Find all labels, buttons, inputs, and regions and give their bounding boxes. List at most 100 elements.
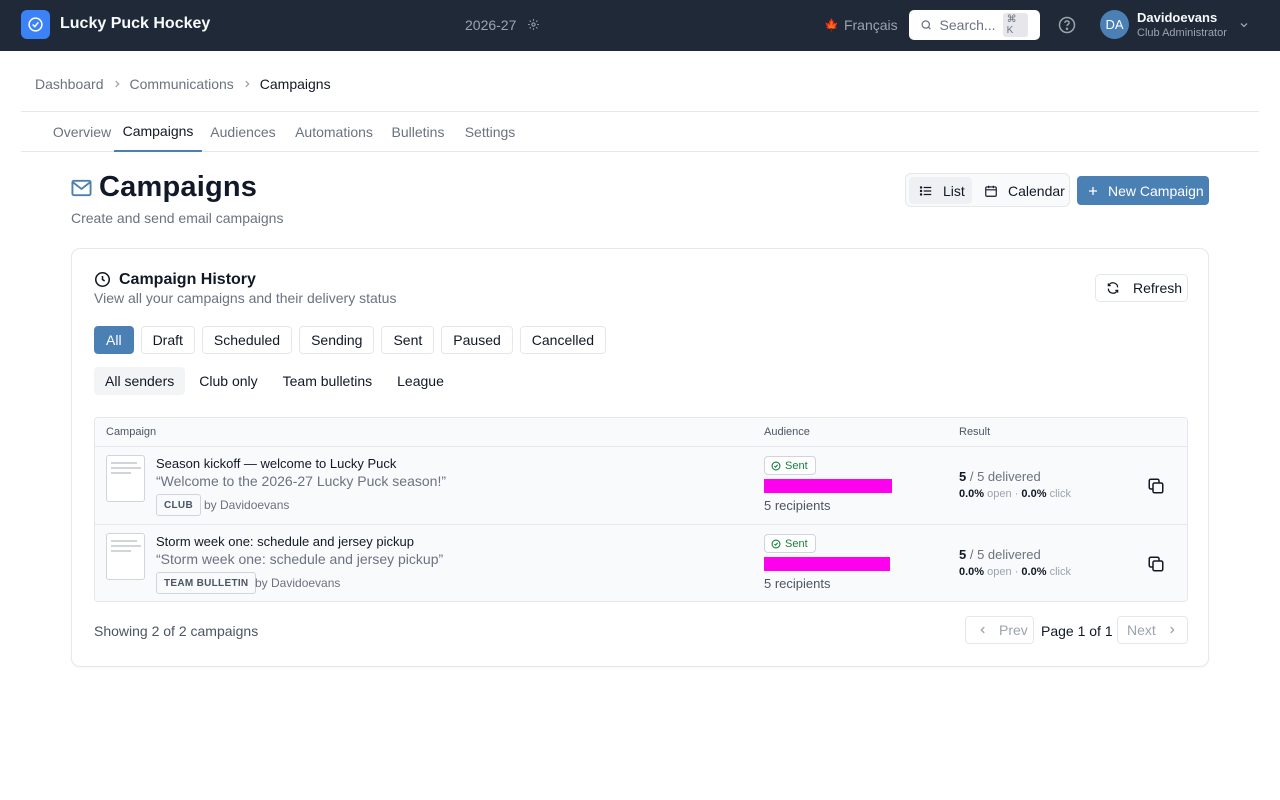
recipients-count: 5 recipients: [764, 576, 831, 591]
filter-paused[interactable]: Paused: [441, 326, 513, 354]
page-indicator: Page 1 of 1: [1041, 623, 1113, 639]
sender-tag: CLUB: [156, 494, 201, 516]
chevron-down-icon[interactable]: [1238, 19, 1250, 31]
filter-all[interactable]: All: [94, 326, 134, 354]
email-preview-thumbnail[interactable]: [106, 455, 145, 502]
tab-audiences[interactable]: Audiences: [202, 112, 284, 152]
tab-bulletins[interactable]: Bulletins: [383, 112, 453, 152]
delivered-total: / 5 delivered: [969, 469, 1041, 484]
table-row[interactable]: Season kickoff — welcome to Lucky Puck “…: [95, 447, 1187, 524]
refresh-button[interactable]: Refresh: [1095, 274, 1188, 302]
calendar-view-button[interactable]: Calendar: [974, 177, 1068, 204]
status-label: Sent: [785, 537, 808, 550]
breadcrumb-communications[interactable]: Communications: [130, 76, 234, 92]
delivered-count: 5: [959, 469, 967, 484]
breadcrumb-dashboard[interactable]: Dashboard: [35, 76, 104, 92]
sender-filters: All senders Club only Team bulletins Lea…: [94, 367, 455, 395]
filter-draft[interactable]: Draft: [140, 326, 195, 354]
breadcrumb-current: Campaigns: [259, 76, 331, 92]
new-campaign-button[interactable]: New Campaign: [1077, 176, 1209, 205]
prev-page-button[interactable]: Prev: [965, 616, 1034, 644]
card-title: Campaign History: [119, 271, 256, 288]
delivered-count: 5: [959, 547, 967, 562]
list-view-label: List: [943, 182, 965, 199]
tab-automations[interactable]: Automations: [286, 112, 382, 152]
user-role: Club Administrator: [1137, 27, 1227, 39]
user-name[interactable]: Davidoevans: [1137, 10, 1217, 25]
campaign-subject: “Storm week one: schedule and jersey pic…: [156, 551, 444, 567]
sender-filter-all[interactable]: All senders: [94, 367, 186, 395]
list-icon: [919, 185, 932, 196]
season-settings-icon[interactable]: [527, 18, 540, 31]
delivery-progress-fill: [764, 479, 892, 493]
duplicate-icon[interactable]: [1147, 477, 1165, 495]
language-label: Français: [843, 17, 898, 33]
click-rate: 0.0%: [1021, 566, 1047, 578]
filter-sent[interactable]: Sent: [381, 326, 435, 354]
table-row[interactable]: Storm week one: schedule and jersey pick…: [95, 524, 1187, 601]
sender-filter-club[interactable]: Club only: [188, 367, 268, 395]
search-shortcut: ⌘ K: [1002, 13, 1028, 37]
app-logo-icon[interactable]: [21, 10, 50, 39]
delivered-total: / 5 delivered: [969, 547, 1041, 562]
campaign-name[interactable]: Season kickoff — welcome to Lucky Puck: [156, 456, 396, 471]
filter-cancelled[interactable]: Cancelled: [519, 326, 607, 354]
status-badge: Sent: [764, 456, 816, 475]
email-preview-thumbnail[interactable]: [106, 533, 145, 580]
help-icon[interactable]: [1057, 15, 1077, 35]
results-count: Showing 2 of 2 campaigns: [94, 623, 259, 639]
delivery-progress-fill: [764, 557, 890, 571]
status-label: Sent: [785, 459, 808, 472]
chevron-right-icon: [245, 80, 250, 88]
chevron-left-icon: [980, 626, 985, 634]
sender-filter-league[interactable]: League: [386, 367, 455, 395]
language-switcher[interactable]: 🍁 Français: [824, 17, 898, 33]
open-label: open: [987, 566, 1012, 578]
column-audience: Audience: [764, 426, 810, 438]
click-label: click: [1049, 488, 1071, 500]
top-bar: Lucky Puck Hockey 2026-27 🍁 Français Sea…: [0, 0, 1280, 51]
campaigns-table: Campaign Audience Result Season kickoff …: [94, 417, 1188, 602]
duplicate-icon[interactable]: [1147, 555, 1165, 573]
check-circle-icon: [771, 539, 781, 548]
refresh-icon: [1107, 282, 1119, 294]
campaign-subject: “Welcome to the 2026-27 Lucky Puck seaso…: [156, 473, 447, 489]
delivery-progress-bar: [764, 557, 890, 571]
column-result: Result: [959, 426, 991, 438]
search-button[interactable]: Search... ⌘ K: [909, 10, 1040, 40]
mail-icon: [71, 179, 92, 197]
filter-sending[interactable]: Sending: [299, 326, 375, 354]
search-label: Search...: [939, 17, 996, 33]
check-circle-icon: [771, 461, 781, 470]
sender-filter-team-bulletins[interactable]: Team bulletins: [272, 367, 384, 395]
new-campaign-label: New Campaign: [1108, 182, 1204, 199]
search-icon: [921, 20, 931, 30]
open-label: open: [987, 488, 1012, 500]
page-title: Campaigns: [99, 171, 258, 203]
chevron-right-icon: [114, 80, 120, 88]
delivered-summary: 5 / 5 delivered: [959, 469, 1041, 484]
app-title[interactable]: Lucky Puck Hockey: [60, 15, 210, 33]
tab-settings[interactable]: Settings: [455, 112, 525, 152]
table-header: Campaign Audience Result: [95, 418, 1187, 447]
campaign-name[interactable]: Storm week one: schedule and jersey pick…: [156, 534, 414, 549]
page-subtitle: Create and send email campaigns: [71, 210, 284, 226]
filter-scheduled[interactable]: Scheduled: [201, 326, 293, 354]
avatar[interactable]: DA: [1100, 10, 1129, 39]
season-label: 2026-27: [465, 17, 517, 33]
card-subtitle: View all your campaigns and their delive…: [94, 290, 397, 306]
breadcrumb: Dashboard Communications Campaigns: [35, 76, 331, 92]
section-tabs: Overview Campaigns Audiences Automations…: [21, 111, 1259, 152]
next-label: Next: [1127, 622, 1156, 638]
clock-icon: [94, 271, 111, 288]
next-page-button[interactable]: Next: [1117, 616, 1188, 644]
prev-label: Prev: [999, 622, 1028, 638]
refresh-label: Refresh: [1133, 280, 1183, 296]
open-rate: 0.0%: [959, 566, 985, 578]
sender-tag: TEAM BULLETIN: [156, 572, 257, 594]
list-view-button[interactable]: List: [909, 177, 972, 204]
delivery-progress-bar: [764, 479, 892, 493]
plus-icon: [1089, 186, 1097, 195]
tab-campaigns[interactable]: Campaigns: [114, 112, 202, 152]
engagement-rates: 0.0% open · 0.0% click: [959, 488, 1071, 500]
